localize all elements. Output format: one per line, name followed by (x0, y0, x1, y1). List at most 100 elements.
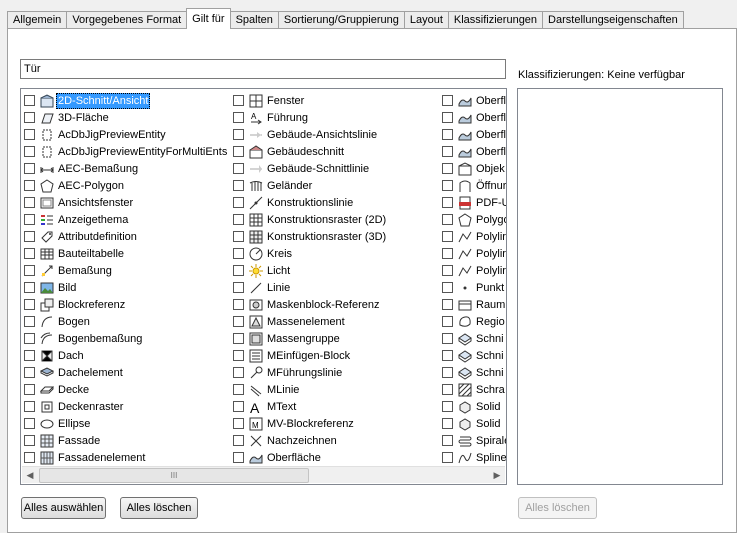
list-item[interactable]: Linie (233, 279, 388, 296)
item-checkbox[interactable] (24, 384, 35, 395)
list-item[interactable]: Gebäudeschnitt (233, 143, 388, 160)
item-checkbox[interactable] (24, 452, 35, 463)
list-item[interactable]: Bauteiltabelle (24, 245, 229, 262)
list-item[interactable]: Oberfl (442, 126, 506, 143)
list-item[interactable]: Schni (442, 347, 506, 364)
item-checkbox[interactable] (24, 350, 35, 361)
list-item[interactable]: Regio (442, 313, 506, 330)
list-item[interactable]: A Führung (233, 109, 388, 126)
item-checkbox[interactable] (442, 435, 453, 446)
item-checkbox[interactable] (233, 112, 244, 123)
list-item[interactable]: Polylir (442, 262, 506, 279)
list-item[interactable]: Konstruktionsraster (2D) (233, 211, 388, 228)
object-type-list[interactable]: 2D-Schnitt/Ansicht 3D-Fläche AcDbJigPrevie… (20, 88, 507, 485)
list-item[interactable]: Maskenblock-Referenz (233, 296, 388, 313)
list-item[interactable]: Spline (442, 449, 506, 466)
item-checkbox[interactable] (24, 401, 35, 412)
item-checkbox[interactable] (24, 248, 35, 259)
list-item[interactable]: Fassade (24, 432, 229, 449)
list-item[interactable]: A MText (233, 398, 388, 415)
item-checkbox[interactable] (442, 299, 453, 310)
item-checkbox[interactable] (24, 197, 35, 208)
list-item[interactable]: Schni (442, 364, 506, 381)
list-item[interactable]: Dach (24, 347, 229, 364)
list-item[interactable]: PDF-U (442, 194, 506, 211)
tab-5[interactable]: Layout (403, 11, 449, 29)
item-checkbox[interactable] (233, 299, 244, 310)
classifications-list[interactable] (517, 88, 723, 485)
item-checkbox[interactable] (233, 180, 244, 191)
item-checkbox[interactable] (233, 401, 244, 412)
list-item[interactable]: Konstruktionsraster (3D) (233, 228, 388, 245)
list-item[interactable]: Licht (233, 262, 388, 279)
list-item[interactable]: 3D-Fläche (24, 109, 229, 126)
item-checkbox[interactable] (233, 231, 244, 242)
list-item[interactable]: Schni (442, 330, 506, 347)
list-item[interactable]: Attributdefinition (24, 228, 229, 245)
item-checkbox[interactable] (24, 112, 35, 123)
list-item[interactable]: MFührungslinie (233, 364, 388, 381)
filter-input[interactable] (20, 59, 506, 79)
item-checkbox[interactable] (442, 163, 453, 174)
item-checkbox[interactable] (233, 248, 244, 259)
list-item[interactable]: Bogen (24, 313, 229, 330)
list-item[interactable]: Oberfl (442, 109, 506, 126)
list-item[interactable]: AcDbJigPreviewEntityForMultiEnts (24, 143, 229, 160)
item-checkbox[interactable] (233, 333, 244, 344)
item-checkbox[interactable] (233, 384, 244, 395)
list-item[interactable]: Konstruktionslinie (233, 194, 388, 211)
list-item[interactable]: Ansichtsfenster (24, 194, 229, 211)
item-checkbox[interactable] (442, 265, 453, 276)
select-all-button[interactable]: Alles auswählen (21, 497, 106, 519)
item-checkbox[interactable] (442, 401, 453, 412)
list-item[interactable]: Oberfl (442, 92, 506, 109)
item-checkbox[interactable] (233, 146, 244, 157)
item-checkbox[interactable] (233, 282, 244, 293)
item-checkbox[interactable] (24, 282, 35, 293)
list-item[interactable]: Deckenraster (24, 398, 229, 415)
item-checkbox[interactable] (442, 367, 453, 378)
item-checkbox[interactable] (24, 333, 35, 344)
list-item[interactable]: Blockreferenz (24, 296, 229, 313)
item-checkbox[interactable] (24, 163, 35, 174)
scroll-right-icon[interactable]: ▶ (489, 467, 505, 483)
scroll-left-icon[interactable]: ◀ (22, 467, 38, 483)
list-item[interactable]: AcDbJigPreviewEntity (24, 126, 229, 143)
item-checkbox[interactable] (24, 129, 35, 140)
item-checkbox[interactable] (442, 214, 453, 225)
item-checkbox[interactable] (233, 350, 244, 361)
item-checkbox[interactable] (442, 248, 453, 259)
item-checkbox[interactable] (442, 146, 453, 157)
item-checkbox[interactable] (233, 129, 244, 140)
item-checkbox[interactable] (233, 95, 244, 106)
item-checkbox[interactable] (233, 435, 244, 446)
list-item[interactable]: Öffnur (442, 177, 506, 194)
list-item[interactable]: Polygo (442, 211, 506, 228)
item-checkbox[interactable] (233, 197, 244, 208)
list-item[interactable]: Solid (442, 398, 506, 415)
list-item[interactable]: Solid (442, 415, 506, 432)
list-item[interactable]: Decke (24, 381, 229, 398)
item-checkbox[interactable] (442, 384, 453, 395)
tab-0[interactable]: Allgemein (7, 11, 68, 29)
item-checkbox[interactable] (233, 452, 244, 463)
item-checkbox[interactable] (442, 197, 453, 208)
item-checkbox[interactable] (442, 95, 453, 106)
list-item[interactable]: Anzeigethema (24, 211, 229, 228)
item-checkbox[interactable] (24, 180, 35, 191)
item-checkbox[interactable] (24, 95, 35, 106)
list-item[interactable]: Objek (442, 160, 506, 177)
clear-all-button[interactable]: Alles löschen (120, 497, 198, 519)
item-checkbox[interactable] (442, 316, 453, 327)
list-item[interactable]: Fenster (233, 92, 388, 109)
item-checkbox[interactable] (233, 418, 244, 429)
tab-4[interactable]: Sortierung/Gruppierung (277, 11, 405, 29)
list-item[interactable]: Massengruppe (233, 330, 388, 347)
list-item[interactable]: Oberfl (442, 143, 506, 160)
list-item[interactable]: Massenelement (233, 313, 388, 330)
item-checkbox[interactable] (442, 129, 453, 140)
item-checkbox[interactable] (233, 265, 244, 276)
scroll-thumb[interactable]: III (39, 468, 309, 483)
list-item[interactable]: Geländer (233, 177, 388, 194)
item-checkbox[interactable] (24, 418, 35, 429)
